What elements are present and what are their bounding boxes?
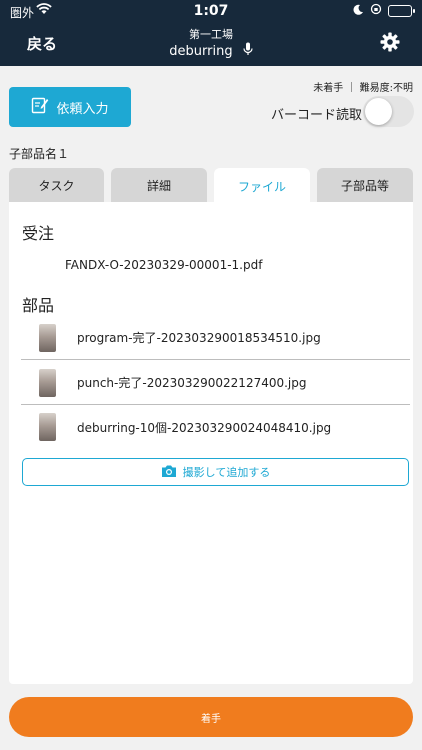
part-name-label: 子部品名１ xyxy=(9,147,70,161)
tab-details[interactable]: 詳細 xyxy=(111,168,207,202)
tab-task[interactable]: タスク xyxy=(9,168,104,202)
battery-icon xyxy=(388,4,415,17)
part-file-row[interactable]: deburring-10個-202303290024048410.jpg xyxy=(21,405,410,449)
status-difficulty-label: 未着手 ｜ 難易度:不明 xyxy=(313,83,413,94)
image-thumbnail xyxy=(39,368,56,397)
edit-icon xyxy=(31,96,49,118)
status-bar: 圏外 1:07 xyxy=(0,0,422,22)
start-button[interactable]: 着手 xyxy=(9,697,413,737)
file-panel: 受注 FANDX-O-20230329-00001-1.pdf 部品 progr… xyxy=(9,202,413,684)
take-photo-add-label: 撮影して追加する xyxy=(182,466,271,479)
orientation-lock-icon xyxy=(370,3,382,18)
camera-icon xyxy=(161,464,177,481)
barcode-toggle[interactable] xyxy=(363,96,414,127)
part-file-row[interactable]: punch-完了-202303290022127400.jpg xyxy=(21,361,410,405)
top-bar: 圏外 1:07 戻る 第一工場 deburring xyxy=(0,0,422,66)
order-file-name[interactable]: FANDX-O-20230329-00001-1.pdf xyxy=(65,258,262,272)
part-file-row[interactable]: program-完了-202303290018534510.jpg xyxy=(21,316,410,360)
take-photo-add-button[interactable]: 撮影して追加する xyxy=(22,458,409,486)
request-input-label: 依頼入力 xyxy=(56,101,109,117)
image-thumbnail xyxy=(39,323,56,352)
process-subtitle: deburring xyxy=(0,42,422,61)
status-icons xyxy=(353,3,415,18)
tab-file[interactable]: ファイル xyxy=(214,168,310,204)
part-file-name[interactable]: punch-完了-202303290022127400.jpg xyxy=(77,374,307,391)
part-file-name[interactable]: program-完了-202303290018534510.jpg xyxy=(77,329,321,346)
tab-child-parts[interactable]: 子部品等 xyxy=(317,168,413,202)
toggle-knob xyxy=(365,98,392,125)
moon-icon xyxy=(353,4,364,18)
gear-icon[interactable] xyxy=(380,32,400,56)
parts-section-title: 部品 xyxy=(22,296,55,315)
order-section-title: 受注 xyxy=(22,224,55,243)
part-file-name[interactable]: deburring-10個-202303290024048410.jpg xyxy=(77,419,331,436)
process-name: deburring xyxy=(169,44,233,59)
microphone-icon[interactable] xyxy=(243,42,253,61)
request-input-button[interactable]: 依頼入力 xyxy=(9,87,131,127)
barcode-label: バーコード読取 xyxy=(271,108,363,123)
factory-title: 第一工場 xyxy=(189,28,233,41)
image-thumbnail xyxy=(39,413,56,441)
nav-title: 第一工場 deburring xyxy=(0,28,422,61)
